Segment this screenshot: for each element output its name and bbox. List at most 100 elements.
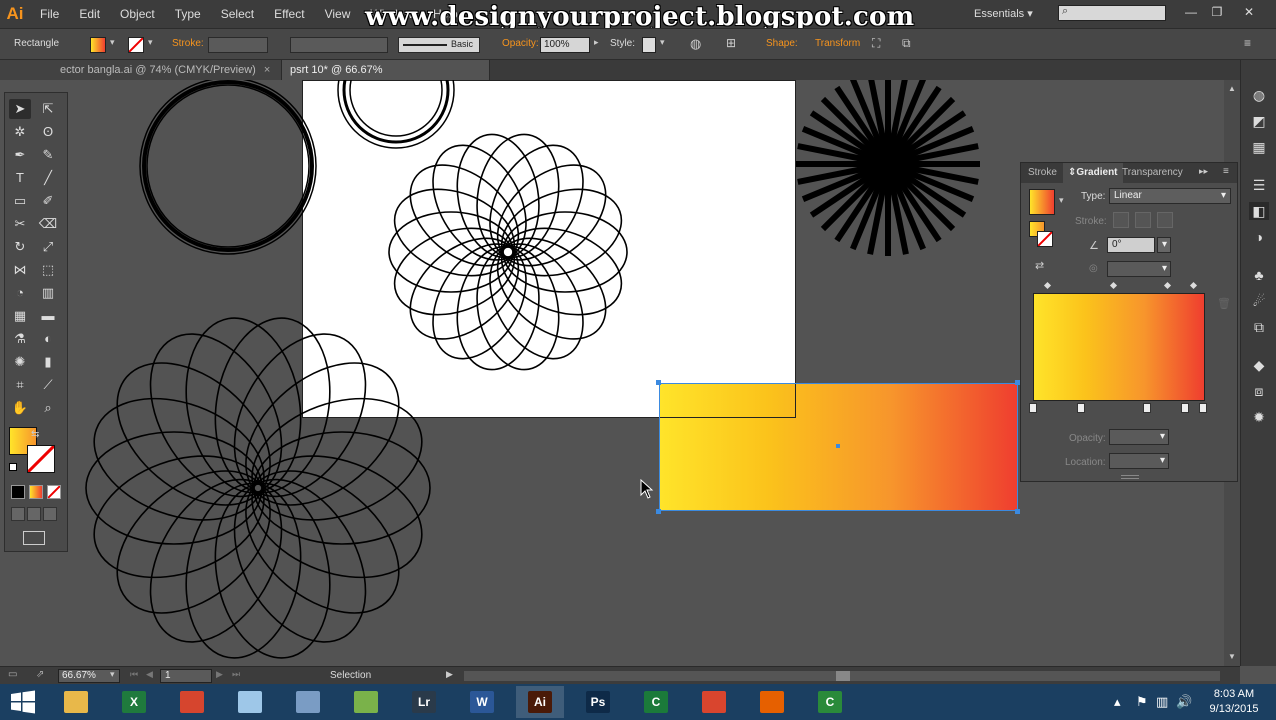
gradient-stop[interactable] xyxy=(1181,403,1189,413)
tab-document-2[interactable]: psrt 10* @ 66.67% (CMYK/Preview)× xyxy=(282,60,490,96)
gradient-panel-icon[interactable]: ◧ xyxy=(1249,202,1269,220)
volume-icon[interactable]: 🔊 xyxy=(1176,694,1192,710)
stop-location-field[interactable]: ▾ xyxy=(1109,453,1169,469)
panel-menu-icon[interactable]: ≡ xyxy=(1244,36,1251,50)
stroke-indicator[interactable] xyxy=(1037,231,1053,247)
transform-label[interactable]: Transform xyxy=(815,38,860,49)
rotate-tool-icon[interactable]: ↻ xyxy=(9,237,31,257)
share-icon[interactable]: ⇗ xyxy=(36,669,44,680)
taskbar-app-button[interactable]: C xyxy=(632,686,680,718)
ring-artwork[interactable] xyxy=(139,80,317,255)
chevron-down-icon[interactable]: ▾ xyxy=(110,37,115,48)
pen-tool-icon[interactable]: ✒ xyxy=(9,145,31,165)
tab-gradient[interactable]: ⇕Gradient xyxy=(1063,163,1123,183)
starburst-artwork[interactable] xyxy=(796,80,980,256)
taskbar-app-button[interactable] xyxy=(226,686,274,718)
stroke-weight-field[interactable] xyxy=(208,37,268,53)
midpoint-diamond[interactable] xyxy=(1189,281,1198,290)
gradient-mode-icon[interactable] xyxy=(29,485,43,499)
midpoint-diamond[interactable] xyxy=(1109,281,1118,290)
taskbar-app-button[interactable]: C xyxy=(806,686,854,718)
hand-tool-icon[interactable]: ✋ xyxy=(9,398,31,418)
horizontal-scrollbar[interactable] xyxy=(464,671,1220,681)
artboard-number-field[interactable]: 1 xyxy=(160,669,212,683)
taskbar-app-button[interactable] xyxy=(284,686,332,718)
scroll-up-icon[interactable]: ▲ xyxy=(1228,84,1236,93)
chevron-down-icon[interactable]: ▾ xyxy=(148,37,153,48)
color-panel-icon[interactable]: ◍ xyxy=(1249,86,1269,104)
default-fill-stroke-icon[interactable] xyxy=(9,463,17,471)
menu-file[interactable]: File xyxy=(30,0,69,28)
previous-artboard-icon[interactable]: ◀ xyxy=(146,669,153,680)
transform-icon[interactable]: ⛶ xyxy=(872,36,880,51)
free-transform-tool-icon[interactable]: ⬚ xyxy=(37,260,59,280)
stroke-color-swatch[interactable] xyxy=(26,444,56,474)
paintbrush-tool-icon[interactable]: ✐ xyxy=(37,191,59,211)
menu-select[interactable]: Select xyxy=(211,0,264,28)
variable-width-profile[interactable] xyxy=(290,37,388,53)
close-icon[interactable]: × xyxy=(264,64,270,76)
tab-transparency[interactable]: Transparency xyxy=(1117,163,1188,183)
draw-behind-icon[interactable] xyxy=(27,507,41,521)
scroll-thumb[interactable] xyxy=(836,671,850,681)
stroke-along-icon[interactable] xyxy=(1135,212,1151,228)
screen-mode-icon[interactable] xyxy=(23,531,45,545)
graph-tool-icon[interactable]: ▥ xyxy=(37,283,59,303)
taskbar-app-button[interactable]: Ai xyxy=(516,686,564,718)
gradient-type-select[interactable]: Linear ▾ xyxy=(1109,188,1231,204)
spirograph-large-artwork[interactable] xyxy=(77,309,439,666)
color-mode-icon[interactable] xyxy=(11,485,25,499)
taskbar-app-button[interactable] xyxy=(342,686,390,718)
chevron-right-icon[interactable]: ▸ xyxy=(594,37,599,48)
appearance-panel-icon[interactable]: ⧉ xyxy=(1249,318,1269,336)
tab-document-1[interactable]: ector bangla.ai @ 74% (CMYK/Preview) × xyxy=(0,60,282,80)
fill-swatch[interactable] xyxy=(90,37,106,53)
zoom-tool-icon[interactable]: ⌕ xyxy=(37,398,59,418)
artboard-tool-icon[interactable]: ⌗ xyxy=(9,375,31,395)
panel-menu-icon[interactable]: ≡ xyxy=(1223,166,1229,177)
stop-opacity-field[interactable]: ▾ xyxy=(1109,429,1169,445)
tray-expand-icon[interactable]: ▴ xyxy=(1114,694,1121,710)
last-artboard-icon[interactable]: ⏭ xyxy=(232,669,240,680)
transparency-panel-icon[interactable]: ◑ xyxy=(1249,228,1269,246)
chevron-down-icon[interactable]: ▾ xyxy=(110,669,115,680)
angle-dropdown[interactable]: ▾ xyxy=(1157,237,1171,253)
scale-tool-icon[interactable]: ⤢ xyxy=(37,237,59,257)
stroke-within-icon[interactable] xyxy=(1113,212,1129,228)
artboards-panel-icon[interactable]: ⧈ xyxy=(1249,382,1269,400)
menu-edit[interactable]: Edit xyxy=(69,0,110,28)
taskbar-app-button[interactable] xyxy=(168,686,216,718)
gradient-slider-preview[interactable] xyxy=(1033,293,1205,401)
collapse-panel-icon[interactable]: ▸▸ xyxy=(1199,166,1208,177)
eraser-tool-icon[interactable]: ⌫ xyxy=(37,214,59,234)
midpoint-diamond[interactable] xyxy=(1043,281,1052,290)
chevron-right-icon[interactable]: ▶ xyxy=(446,669,453,680)
stroke-panel-icon[interactable]: ✹ xyxy=(1249,408,1269,426)
next-artboard-icon[interactable]: ▶ xyxy=(216,669,223,680)
line-tool-icon[interactable]: ╱ xyxy=(37,168,59,188)
menu-view[interactable]: View xyxy=(315,0,361,28)
gradient-stop[interactable] xyxy=(1029,403,1037,413)
taskbar-app-button[interactable] xyxy=(52,686,100,718)
taskbar-app-button[interactable] xyxy=(748,686,796,718)
isolate-icon[interactable]: ⧉ xyxy=(902,36,911,51)
menu-effect[interactable]: Effect xyxy=(264,0,314,28)
tab-stroke[interactable]: Stroke xyxy=(1023,163,1062,183)
small-ring-artwork[interactable] xyxy=(337,80,455,149)
width-tool-icon[interactable]: ⋈ xyxy=(9,260,31,280)
anchor-point[interactable] xyxy=(1015,509,1020,514)
chevron-down-icon[interactable]: ▾ xyxy=(1059,195,1064,206)
blend-tool-icon[interactable]: ◐ xyxy=(37,329,59,349)
recolor-artwork-icon[interactable]: ◍ xyxy=(690,36,701,52)
taskbar-app-button[interactable]: Ps xyxy=(574,686,622,718)
network-icon[interactable]: ▥ xyxy=(1156,694,1168,710)
shape-label[interactable]: Shape: xyxy=(766,38,798,49)
selection-tool-icon[interactable]: ➤ xyxy=(9,99,31,119)
shape-builder-tool-icon[interactable]: ◔ xyxy=(9,283,31,303)
menu-type[interactable]: Type xyxy=(165,0,211,28)
workspace-switcher[interactable]: Essentials ▾ xyxy=(974,0,1033,28)
symbol-sprayer-tool-icon[interactable]: ✺ xyxy=(9,352,31,372)
gradient-stop[interactable] xyxy=(1077,403,1085,413)
midpoint-diamond[interactable] xyxy=(1163,281,1172,290)
magic-wand-tool-icon[interactable]: ✲ xyxy=(9,122,31,142)
